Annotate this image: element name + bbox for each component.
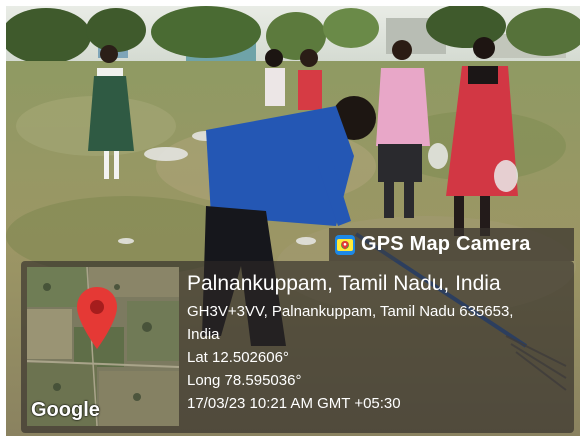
map-thumbnail: Google: [27, 267, 179, 426]
person-white-top: [265, 49, 285, 106]
timestamp: 17/03/23 10:21 AM GMT +05:30: [187, 395, 401, 412]
location-info-panel: Google Palnankuppam, Tamil Nadu, India G…: [21, 261, 574, 433]
photo-frame: GPS Map Camera Google Palnankuppam, Tami…: [6, 6, 580, 436]
address-line-2: India: [187, 326, 220, 343]
google-logo: Google: [31, 399, 100, 421]
location-title: Palnankuppam, Tamil Nadu, India: [187, 272, 501, 295]
gps-map-camera-icon: [335, 234, 355, 255]
gps-camera-badge: GPS Map Camera: [329, 228, 574, 261]
location-details: Palnankuppam, Tamil Nadu, India GH3V+3VV…: [187, 271, 567, 415]
latitude: Lat 12.502606°: [187, 349, 289, 366]
address-line-1: GH3V+3VV, Palnankuppam, Tamil Nadu 63565…: [187, 303, 514, 320]
app-name: GPS Map Camera: [361, 233, 531, 255]
longitude: Long 78.595036°: [187, 372, 302, 389]
